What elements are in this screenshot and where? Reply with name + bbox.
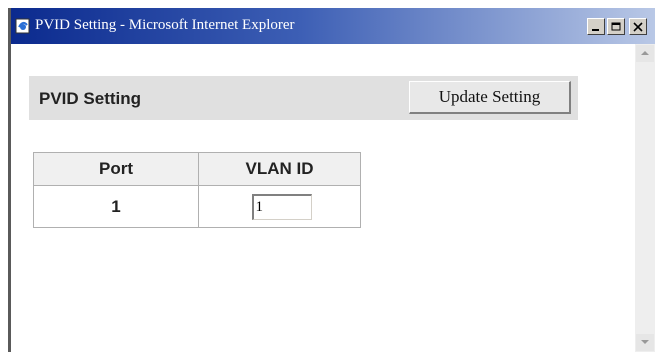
pvid-table: Port VLAN ID 1 bbox=[33, 152, 361, 228]
scroll-down-icon bbox=[641, 340, 649, 344]
page-title: PVID Setting bbox=[39, 89, 142, 108]
vlan-id-cell bbox=[198, 185, 361, 228]
close-button[interactable] bbox=[629, 18, 647, 35]
maximize-icon bbox=[611, 22, 621, 31]
scroll-down-button[interactable] bbox=[636, 334, 654, 351]
minimize-icon bbox=[592, 29, 599, 31]
table-header-row: Port VLAN ID bbox=[33, 152, 361, 186]
page-content: PVID Setting Update Setting Port VLAN ID… bbox=[11, 44, 635, 352]
window-title: PVID Setting - Microsoft Internet Explor… bbox=[35, 17, 295, 33]
vertical-scrollbar[interactable] bbox=[635, 44, 655, 352]
ie-page-icon bbox=[15, 18, 31, 34]
close-icon bbox=[633, 22, 643, 32]
scroll-up-icon bbox=[641, 51, 649, 55]
port-cell: 1 bbox=[33, 185, 199, 228]
column-header-vlan-id: VLAN ID bbox=[198, 152, 361, 186]
table-row: 1 bbox=[33, 185, 361, 228]
maximize-button[interactable] bbox=[607, 18, 625, 35]
vlan-id-input[interactable] bbox=[251, 193, 312, 220]
header-bar: PVID Setting Update Setting bbox=[29, 76, 578, 120]
update-setting-button[interactable]: Update Setting bbox=[409, 81, 571, 114]
column-header-port: Port bbox=[33, 152, 199, 186]
scroll-up-button[interactable] bbox=[636, 45, 654, 62]
minimize-button[interactable] bbox=[587, 18, 605, 35]
browser-window: PVID Setting - Microsoft Internet Explor… bbox=[8, 8, 655, 352]
title-bar[interactable]: PVID Setting - Microsoft Internet Explor… bbox=[11, 8, 655, 44]
